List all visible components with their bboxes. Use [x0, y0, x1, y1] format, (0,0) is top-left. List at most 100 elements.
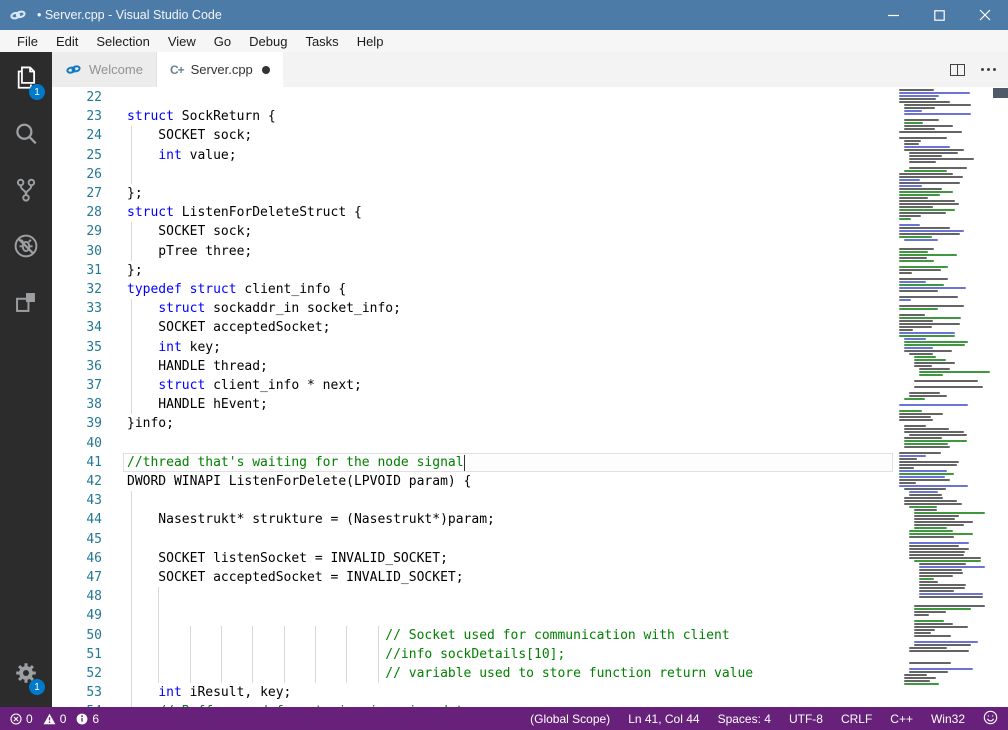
line-number[interactable]: 41: [52, 453, 102, 472]
line-number[interactable]: 25: [52, 146, 102, 165]
line-number[interactable]: 26: [52, 165, 102, 184]
code-line-28[interactable]: 28struct ListenForDeleteStruct {: [52, 203, 1008, 223]
line-number[interactable]: 43: [52, 491, 102, 510]
menu-go[interactable]: Go: [205, 34, 240, 49]
code-line-41[interactable]: 41//thread that's waiting for the node s…: [52, 453, 1008, 473]
code-line-34[interactable]: 34 SOCKET acceptedSocket;: [52, 318, 1008, 338]
line-number[interactable]: 24: [52, 126, 102, 145]
menu-file[interactable]: File: [8, 34, 47, 49]
problems-errors[interactable]: 0: [10, 712, 33, 726]
line-number[interactable]: 23: [52, 107, 102, 126]
code-line-42[interactable]: 42DWORD WINAPI ListenForDelete(LPVOID pa…: [52, 472, 1008, 492]
line-number[interactable]: 51: [52, 645, 102, 664]
line-number[interactable]: 53: [52, 683, 102, 702]
code-line-40[interactable]: 40: [52, 434, 1008, 454]
line-number[interactable]: 29: [52, 222, 102, 241]
code-line-49[interactable]: 49: [52, 606, 1008, 626]
activity-extensions[interactable]: [0, 276, 52, 332]
status-global-scope[interactable]: (Global Scope): [530, 712, 610, 726]
line-number[interactable]: 31: [52, 261, 102, 280]
code-line-22[interactable]: 22: [52, 88, 1008, 108]
line-number[interactable]: 35: [52, 338, 102, 357]
code-line-30[interactable]: 30 pTree three;: [52, 242, 1008, 262]
modified-dot[interactable]: [262, 66, 270, 74]
status-spaces-4[interactable]: Spaces: 4: [718, 712, 771, 726]
code-line-32[interactable]: 32typedef struct client_info {: [52, 280, 1008, 300]
line-number[interactable]: 42: [52, 472, 102, 491]
feedback-smiley-icon[interactable]: [983, 710, 998, 728]
minimap[interactable]: [895, 87, 1000, 707]
code-line-24[interactable]: 24 SOCKET sock;: [52, 126, 1008, 146]
code-line-29[interactable]: 29 SOCKET sock;: [52, 222, 1008, 242]
code-line-47[interactable]: 47 SOCKET acceptedSocket = INVALID_SOCKE…: [52, 568, 1008, 588]
menu-tasks[interactable]: Tasks: [296, 34, 347, 49]
menu-help[interactable]: Help: [348, 34, 393, 49]
vertical-scrollbar[interactable]: [1000, 87, 1008, 707]
code-line-48[interactable]: 48: [52, 587, 1008, 607]
line-number[interactable]: 49: [52, 606, 102, 625]
line-number[interactable]: 32: [52, 280, 102, 299]
menu-edit[interactable]: Edit: [47, 34, 87, 49]
code-line-53[interactable]: 53 int iResult, key;: [52, 683, 1008, 703]
problems-infos[interactable]: 6: [76, 712, 99, 726]
status-win32[interactable]: Win32: [931, 712, 965, 726]
tab-welcome[interactable]: Welcome: [52, 52, 157, 87]
line-number[interactable]: 34: [52, 318, 102, 337]
line-number[interactable]: 48: [52, 587, 102, 606]
code-line-27[interactable]: 27};: [52, 184, 1008, 204]
code-line-52[interactable]: 52 // variable used to store function re…: [52, 664, 1008, 684]
code-line-31[interactable]: 31};: [52, 261, 1008, 281]
menu-debug[interactable]: Debug: [240, 34, 296, 49]
code-line-37[interactable]: 37 struct client_info * next;: [52, 376, 1008, 396]
code-line-39[interactable]: 39}info;: [52, 414, 1008, 434]
activity-explorer[interactable]: 1: [0, 52, 52, 108]
status-ln-41-col-44[interactable]: Ln 41, Col 44: [628, 712, 699, 726]
line-number[interactable]: 44: [52, 510, 102, 529]
more-actions-icon[interactable]: [981, 68, 996, 71]
line-number[interactable]: 50: [52, 626, 102, 645]
code-line-46[interactable]: 46 SOCKET listenSocket = INVALID_SOCKET;: [52, 549, 1008, 569]
status-crlf[interactable]: CRLF: [841, 712, 872, 726]
code-line-43[interactable]: 43: [52, 491, 1008, 511]
line-number[interactable]: 46: [52, 549, 102, 568]
problems-warnings[interactable]: 0: [43, 712, 67, 726]
status-c++[interactable]: C++: [890, 712, 913, 726]
code-line-50[interactable]: 50 // Socket used for communication with…: [52, 626, 1008, 646]
activity-settings[interactable]: 1: [0, 647, 52, 703]
line-number[interactable]: 52: [52, 664, 102, 683]
line-number[interactable]: 28: [52, 203, 102, 222]
line-number[interactable]: 47: [52, 568, 102, 587]
split-editor-icon[interactable]: [950, 64, 965, 76]
activity-source-control[interactable]: [0, 164, 52, 220]
code-line-38[interactable]: 38 HANDLE hEvent;: [52, 395, 1008, 415]
activity-search[interactable]: [0, 108, 52, 164]
code-line-26[interactable]: 26: [52, 165, 1008, 185]
line-number[interactable]: 40: [52, 434, 102, 453]
menu-selection[interactable]: Selection: [87, 34, 158, 49]
line-number[interactable]: 30: [52, 242, 102, 261]
code-line-25[interactable]: 25 int value;: [52, 146, 1008, 166]
code-line-36[interactable]: 36 HANDLE thread;: [52, 357, 1008, 377]
code-line-33[interactable]: 33 struct sockaddr_in socket_info;: [52, 299, 1008, 319]
line-number[interactable]: 33: [52, 299, 102, 318]
line-number[interactable]: 38: [52, 395, 102, 414]
code-line-23[interactable]: 23struct SockReturn {: [52, 107, 1008, 127]
code-line-45[interactable]: 45: [52, 530, 1008, 550]
line-number[interactable]: 45: [52, 530, 102, 549]
maximize-button[interactable]: [916, 0, 962, 30]
code-editor[interactable]: 2223struct SockReturn {24 SOCKET sock;25…: [52, 87, 1008, 707]
code-line-51[interactable]: 51 //info sockDetails[10];: [52, 645, 1008, 665]
line-number[interactable]: 39: [52, 414, 102, 433]
line-number[interactable]: 27: [52, 184, 102, 203]
line-number[interactable]: 36: [52, 357, 102, 376]
activity-debug[interactable]: [0, 220, 52, 276]
line-number[interactable]: 22: [52, 88, 102, 107]
tab-server-cpp[interactable]: C+Server.cpp: [157, 52, 283, 87]
code-line-35[interactable]: 35 int key;: [52, 338, 1008, 358]
minimize-button[interactable]: [870, 0, 916, 30]
close-button[interactable]: [962, 0, 1008, 30]
line-number[interactable]: 37: [52, 376, 102, 395]
menu-view[interactable]: View: [159, 34, 205, 49]
status-utf-8[interactable]: UTF-8: [789, 712, 823, 726]
code-line-44[interactable]: 44 Nasestrukt* strukture = (Nasestrukt*)…: [52, 510, 1008, 530]
